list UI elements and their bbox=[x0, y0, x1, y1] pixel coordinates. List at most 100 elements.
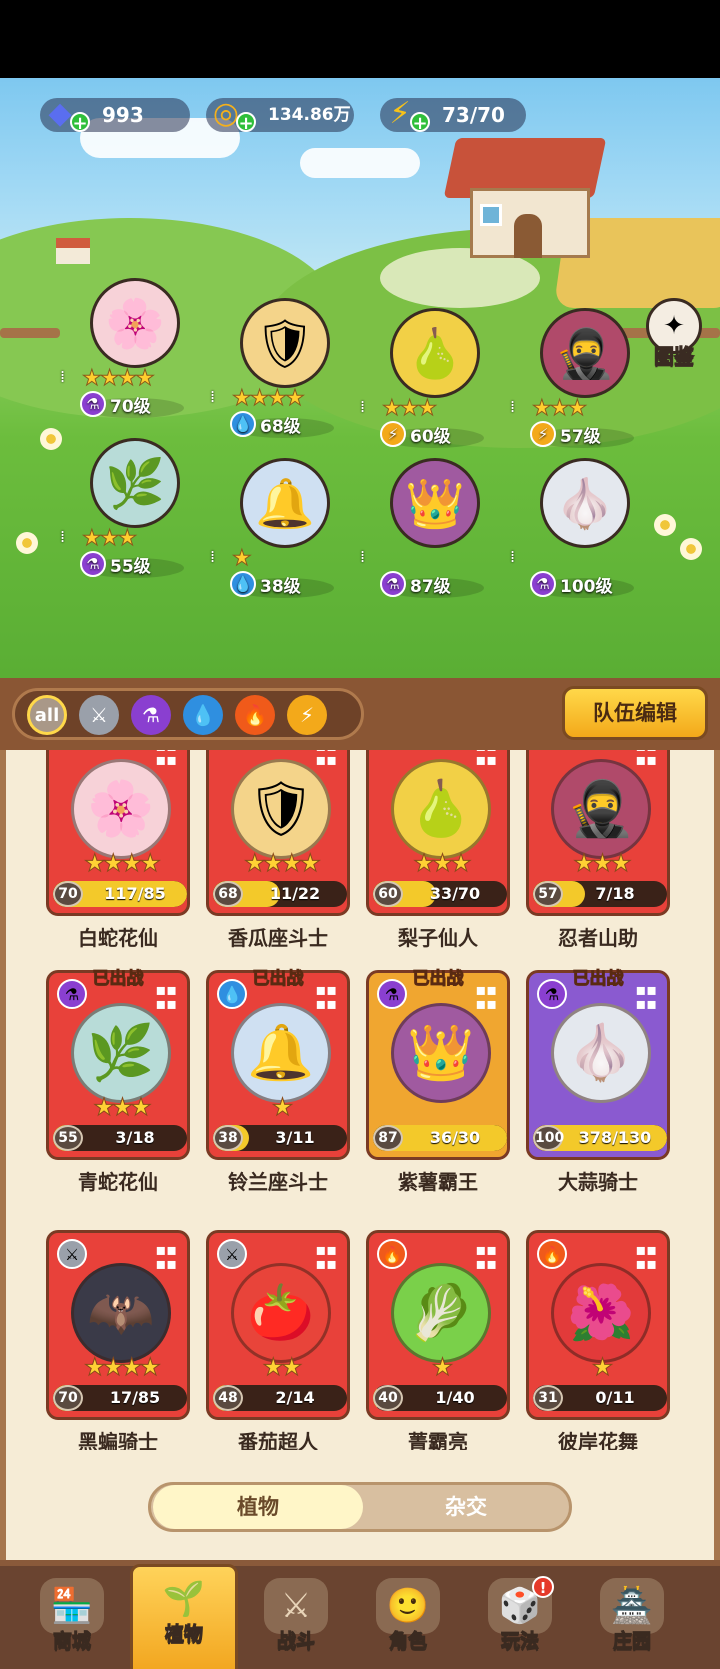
team-hero-1[interactable]: 🌸 ⁞ ★★★★ ⚗ 70级 bbox=[60, 278, 200, 438]
codex-button[interactable]: ✦ 图鉴 bbox=[644, 298, 704, 369]
hero-level-text: 68级 bbox=[260, 416, 301, 437]
garlic-knight-icon: 🧄 bbox=[540, 458, 630, 548]
hero-stars: ★★★ bbox=[381, 396, 437, 422]
filter-thunder-icon[interactable]: ⚡ bbox=[287, 695, 327, 735]
plant-portrait-icon: 🌺 bbox=[551, 1263, 651, 1363]
filter-fire-icon[interactable]: 🔥 bbox=[235, 695, 275, 735]
plant-card[interactable]: 👑 ▪▪ ▪▪ ⚗ 87 36/30 已出战 紫薯霸王 bbox=[366, 969, 510, 1194]
shard-progress-bar: 100 378/130 bbox=[533, 1125, 667, 1151]
shard-progress-text: 1/40 bbox=[435, 1388, 475, 1407]
energy-count: 73/70 bbox=[442, 103, 505, 127]
shard-progress-text: 2/14 bbox=[275, 1388, 315, 1407]
filter-water-icon[interactable]: 💧 bbox=[183, 695, 223, 735]
nav-battle[interactable]: ⚔ 战斗 bbox=[242, 1574, 350, 1669]
nav-manor[interactable]: 🏯 庄园 bbox=[578, 1574, 686, 1669]
shard-progress-bar: 31 0/11 bbox=[533, 1385, 667, 1411]
cloud bbox=[300, 148, 420, 178]
card-level: 55 bbox=[53, 1125, 83, 1151]
hero-stars: ★★★★ bbox=[232, 386, 306, 412]
filter-poison-icon[interactable]: ⚗ bbox=[131, 695, 171, 735]
yam-king-icon: 👑 bbox=[390, 458, 480, 548]
nav-character[interactable]: 🙂 角色 bbox=[354, 1574, 462, 1669]
plant-card[interactable]: 🦇 ▪▪ ▪▪ ⚔ ★★★★ 70 17/85 黑蝙骑士 bbox=[46, 1230, 190, 1450]
plant-card[interactable]: 🥷▪▪▪▪ ★★★ 57 7/18 忍者山助 bbox=[526, 750, 670, 950]
team-edit-button[interactable]: 队伍编辑 bbox=[562, 686, 708, 740]
plant-name: 铃兰座斗士 bbox=[228, 1170, 328, 1194]
filter-sword-icon[interactable]: ⚔ bbox=[79, 695, 119, 735]
plant-card[interactable]: 🛡▪▪▪▪ ★★★★68 11/22 香瓜座斗士 bbox=[206, 750, 350, 950]
nav-shop[interactable]: 🏪 商城 bbox=[18, 1574, 126, 1669]
plant-card[interactable]: 🍅 ▪▪ ▪▪ ⚔ ★★ 48 2/14 番茄超人 bbox=[206, 1230, 350, 1450]
shard-progress-bar: 87 36/30 bbox=[373, 1125, 507, 1151]
card-stars: ★★★★ bbox=[83, 1353, 161, 1382]
card-frame: 🌸▪▪▪▪ ★★★★70 117/85 bbox=[46, 750, 190, 916]
card-level: 38 bbox=[213, 1125, 243, 1151]
status-bar bbox=[0, 0, 720, 78]
plant-portrait-icon: 🍐 bbox=[391, 759, 491, 859]
hero-level-text: 100级 bbox=[560, 576, 613, 597]
team-hero-7[interactable]: 👑 ⁞ ⚗ 87级 bbox=[360, 458, 500, 618]
shard-progress-text: 378/130 bbox=[578, 1128, 652, 1147]
add-energy-icon[interactable]: + bbox=[410, 112, 430, 133]
tab-plants[interactable]: 植物 bbox=[153, 1485, 363, 1529]
shard-progress-bar: 70 117/85 bbox=[53, 881, 187, 907]
water-icon: 💧 bbox=[230, 411, 256, 437]
plant-name: 彼岸花舞 bbox=[558, 1430, 638, 1450]
plant-card[interactable]: 🍐▪▪▪▪ ★★★ 60 33/70 梨子仙人 bbox=[366, 750, 510, 950]
nav-plants[interactable]: 🌱 植物 bbox=[130, 1564, 238, 1669]
plant-card[interactable]: 🔔 ▪▪ ▪▪ 💧 ★ 38 3/11 已出战 铃兰座斗士 bbox=[206, 969, 350, 1194]
energy-counter[interactable]: ⚡ + 73/70 bbox=[380, 97, 526, 133]
hero-level-text: 38级 bbox=[260, 576, 301, 597]
plant-portrait-icon: 🌸 bbox=[71, 759, 171, 859]
team-hero-2[interactable]: 🛡 ⁞ ★★★★ 💧 68级 bbox=[210, 298, 350, 458]
hero-level-text: 70级 bbox=[110, 396, 151, 417]
team-hero-8[interactable]: 🧄 ⁞ ⚗ 100级 bbox=[510, 458, 650, 618]
deployed-badge: 已出战 bbox=[92, 969, 144, 990]
plant-portrait-icon: 👑 bbox=[391, 1003, 491, 1103]
plant-name: 青蛇花仙 bbox=[78, 1170, 158, 1194]
deployed-badge: 已出战 bbox=[252, 969, 304, 990]
shard-progress-bar: 70 17/85 bbox=[53, 1385, 187, 1411]
formation-icon: ▪▪▪▪ bbox=[475, 750, 497, 769]
card-stars: ★ bbox=[271, 1093, 294, 1122]
tab-hybrid[interactable]: 杂交 bbox=[361, 1485, 571, 1529]
element-filter: all ⚔ ⚗ 💧 🔥 ⚡ bbox=[12, 688, 364, 740]
poison-icon: ⚗ bbox=[80, 551, 106, 577]
add-gems-icon[interactable]: + bbox=[70, 112, 90, 133]
shard-progress-bar: 38 3/11 bbox=[213, 1125, 347, 1151]
shard-progress-bar: 68 11/22 bbox=[213, 881, 347, 907]
shard-progress-bar: 57 7/18 bbox=[533, 881, 667, 907]
hero-stars: ★★★ bbox=[531, 396, 587, 422]
plant-portrait-icon: 🦇 bbox=[71, 1263, 171, 1363]
team-hero-6[interactable]: 🔔 ⁞ ★ 💧 38级 bbox=[210, 458, 350, 618]
flower bbox=[654, 514, 676, 536]
plant-name: 忍者山助 bbox=[558, 926, 638, 950]
lily-warrior-icon: 🔔 bbox=[240, 458, 330, 548]
shard-progress-text: 3/18 bbox=[115, 1128, 155, 1147]
coin-counter[interactable]: ◎ + 134.86万 bbox=[206, 97, 354, 133]
plant-portrait-icon: 🛡 bbox=[231, 759, 331, 859]
notification-badge: ! bbox=[532, 1576, 554, 1598]
team-hero-4[interactable]: 🥷 ⁞ ★★★ ⚡ 57级 bbox=[510, 308, 650, 468]
plant-card[interactable]: 🧄 ▪▪ ▪▪ ⚗ 100 378/130 已出战 大蒜骑士 bbox=[526, 969, 670, 1194]
thunder-icon: ⚡ bbox=[380, 421, 406, 447]
plant-card[interactable]: 🌺 ▪▪ ▪▪ 🔥 ★ 31 0/11 彼岸花舞 bbox=[526, 1230, 670, 1450]
plant-card[interactable]: 🌿 ▪▪ ▪▪ ⚗ ★★★ 55 3/18 已出战 青蛇花仙 bbox=[46, 969, 190, 1194]
filter-all[interactable]: all bbox=[27, 695, 67, 735]
team-hero-3[interactable]: 🍐 ⁞ ★★★ ⚡ 60级 bbox=[360, 308, 500, 468]
gem-counter[interactable]: ◆ + 993 bbox=[40, 97, 190, 133]
team-hero-5[interactable]: 🌿 ⁞ ★★★ ⚗ 55级 bbox=[60, 438, 200, 598]
plant-card[interactable]: 🌸▪▪▪▪ ★★★★70 117/85 白蛇花仙 bbox=[46, 750, 190, 950]
formation-icon: ▪▪▪▪ bbox=[475, 1240, 497, 1273]
thunder-icon: ⚡ bbox=[530, 421, 556, 447]
formation-icon: ⁞ bbox=[210, 387, 216, 406]
card-level: 68 bbox=[213, 881, 243, 907]
hero-level-text: 57级 bbox=[560, 426, 601, 447]
nav-gameplay[interactable]: 🎲 玩法! bbox=[466, 1574, 574, 1669]
card-stars: ★★ bbox=[262, 1353, 303, 1382]
warrior-icon: 🛡 bbox=[240, 298, 330, 388]
plant-card[interactable]: 🥬 ▪▪ ▪▪ 🔥 ★ 40 1/40 菁霸亮 bbox=[366, 1230, 510, 1450]
card-grid[interactable]: 🌸▪▪▪▪★★★★70117/85白蛇花仙🛡▪▪▪▪★★★★6811/22香瓜座… bbox=[6, 750, 714, 1450]
add-coins-icon[interactable]: + bbox=[236, 112, 256, 133]
hero-level: ⚡ 60级 bbox=[380, 420, 451, 448]
